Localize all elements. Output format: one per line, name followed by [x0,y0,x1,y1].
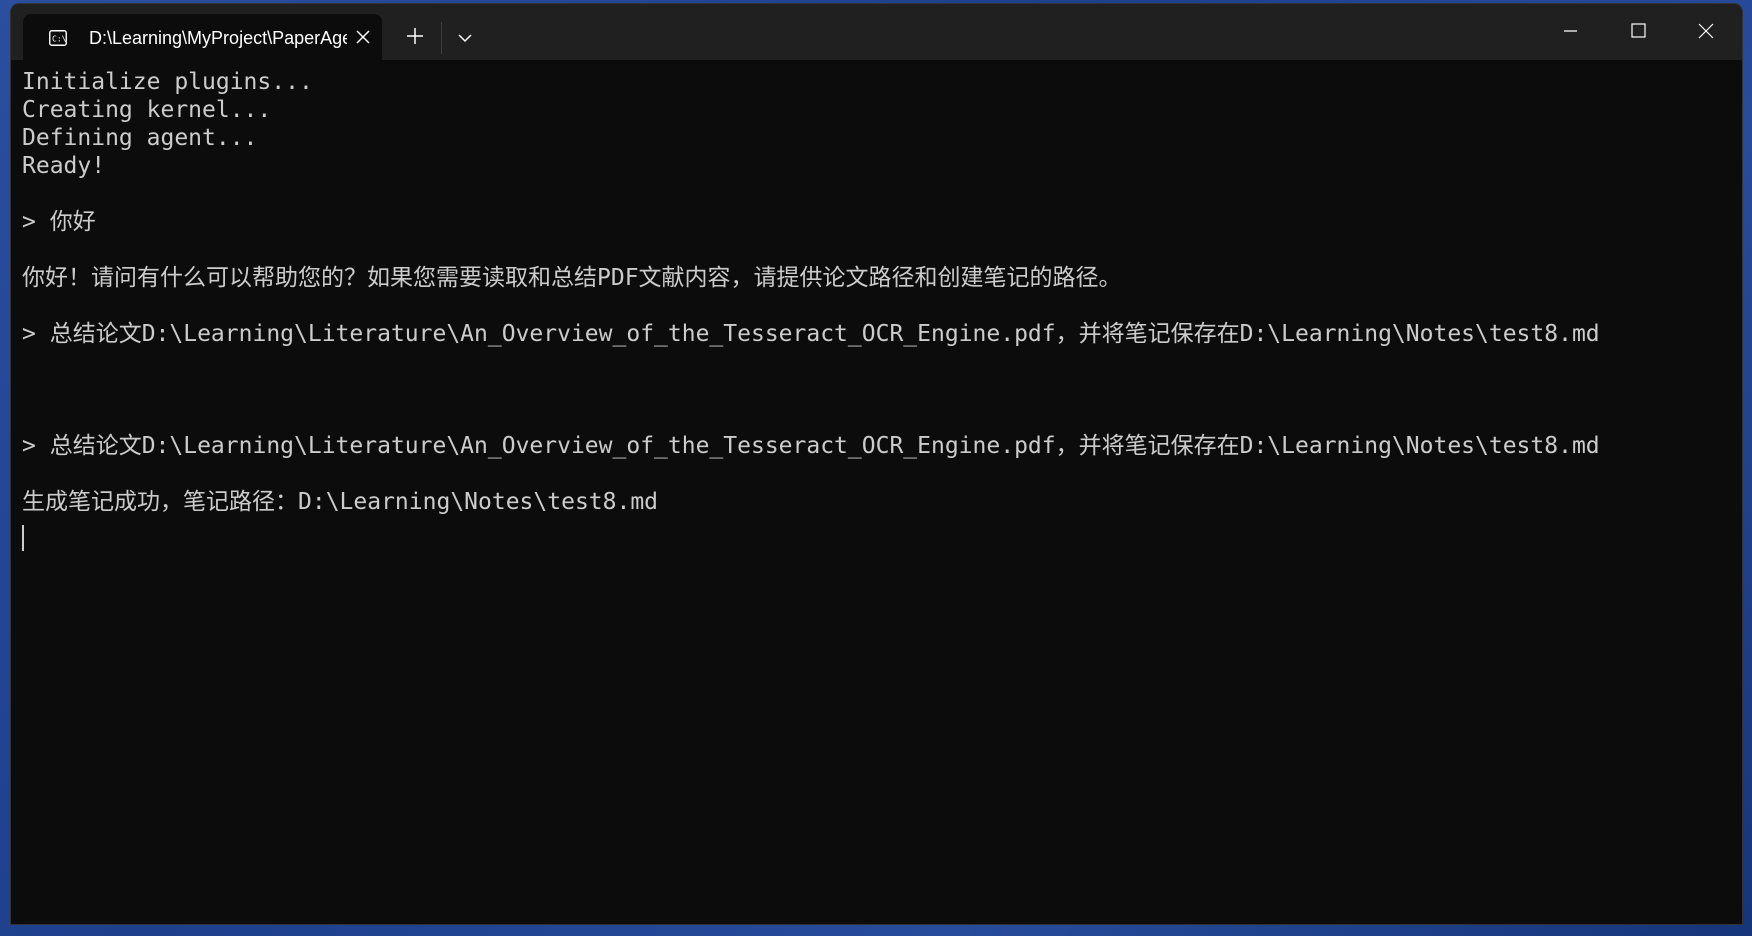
title-bar[interactable]: C:\ D:\Learning\MyProject\PaperAgent [11,4,1742,60]
terminal-window: C:\ D:\Learning\MyProject\PaperAgent Ini… [11,4,1742,924]
svg-text:C:\: C:\ [52,35,67,44]
output-line: Creating kernel... [22,97,272,123]
user-input-line: > 总结论文D:\Learning\Literature\An_Overview… [22,433,1600,459]
agent-response-line: 你好！请问有什么可以帮助您的？如果您需要读取和总结PDF文献内容，请提供论文路径… [22,265,1122,291]
chevron-down-icon[interactable] [453,26,477,50]
terminal-output[interactable]: Initialize plugins... Creating kernel...… [11,60,1742,924]
user-input-line: > 总结论文D:\Learning\Literature\An_Overview… [22,321,1600,347]
terminal-icon: C:\ [49,30,67,46]
minimize-icon[interactable] [1536,4,1604,60]
output-line: Ready! [22,153,106,179]
output-line: Defining agent... [22,125,258,151]
close-icon[interactable] [1672,4,1740,60]
text-cursor [22,525,24,551]
tab-separator [441,22,442,54]
user-input-line: > 你好 [22,209,96,235]
agent-response-line: 生成笔记成功，笔记路径：D:\Learning\Notes\test8.md [22,489,659,515]
tab-title: D:\Learning\MyProject\PaperAgent [89,28,347,48]
scrollbar[interactable] [1728,60,1742,924]
tab-close-icon[interactable] [353,27,373,47]
tab-active[interactable]: C:\ D:\Learning\MyProject\PaperAgent [23,14,382,60]
maximize-icon[interactable] [1604,4,1672,60]
plus-icon[interactable] [403,24,427,48]
output-line: Initialize plugins... [22,69,313,95]
